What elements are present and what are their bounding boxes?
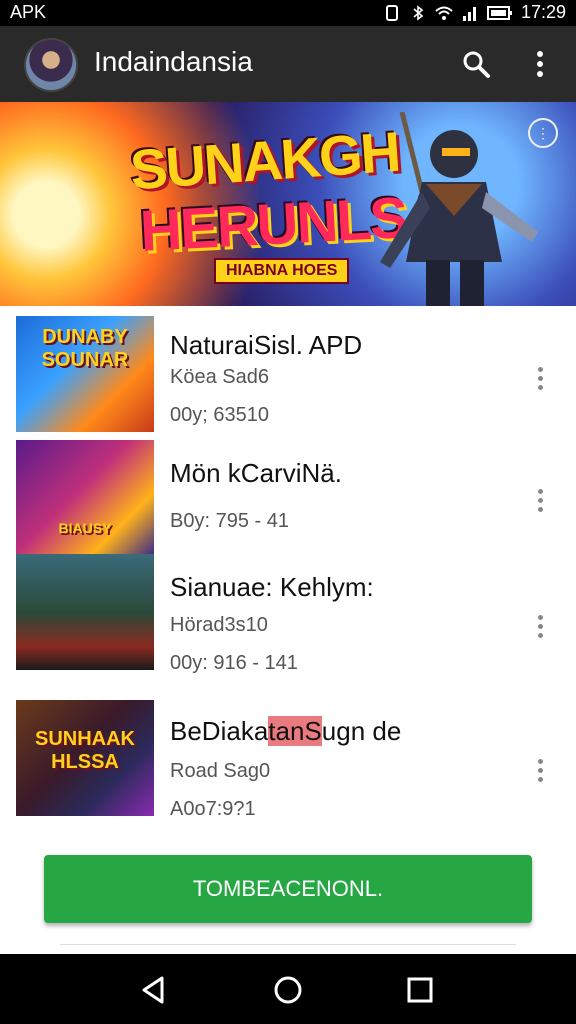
list-item-subtitle: Hörad3s10 — [170, 614, 268, 636]
bluetooth-icon — [413, 4, 424, 21]
more-vert-icon — [537, 51, 543, 77]
status-bar-time: 17:29 — [520, 2, 566, 22]
list-item-title-prefix: BeDiaka — [170, 716, 269, 746]
home-icon[interactable] — [270, 972, 306, 1008]
search-icon — [463, 51, 490, 78]
banner-tagline: HIABNA HOES — [214, 258, 350, 284]
search-button[interactable] — [458, 46, 494, 82]
list-item-menu-button[interactable] — [528, 480, 552, 520]
list-item-subtitle: Road Sag0 — [170, 760, 271, 782]
thumbnail-caption: BIAUSY — [58, 520, 112, 536]
list-item-menu-button[interactable] — [528, 358, 552, 398]
list-item[interactable]: SUNHAAK HLSSA BeDiakatanSugn de Road Sag… — [0, 700, 576, 838]
list-item-subtitle: Köea Sad6 — [170, 366, 269, 388]
signal-icon — [462, 6, 476, 21]
app-title: Indaindansia — [94, 46, 253, 77]
overflow-menu-button[interactable] — [522, 46, 558, 82]
list-item-title-suffix: ugn de — [321, 716, 402, 746]
system-navigation-bar — [0, 954, 576, 1024]
list-item-menu-button[interactable] — [528, 606, 552, 646]
list-item-title: NaturaiSisl. APD — [170, 330, 363, 360]
wifi-icon — [435, 6, 453, 20]
divider — [60, 944, 516, 945]
avatar[interactable] — [24, 38, 78, 92]
list-item-thumbnail — [16, 554, 154, 670]
recents-icon[interactable] — [402, 972, 438, 1008]
back-icon[interactable] — [136, 972, 172, 1008]
list-item-thumbnail: SUNHAAK HLSSA — [16, 700, 154, 816]
list-item-title: Sianuae: Kehlym: — [170, 572, 374, 602]
hero-character-illustration — [380, 112, 538, 306]
list-item-details: 00y: 916 - 141 — [170, 652, 298, 674]
app-bar: Indaindansia — [0, 26, 576, 102]
banner-info-button[interactable]: ⋮ — [528, 118, 558, 148]
status-bar: APK 17:29 — [0, 0, 576, 26]
list-item[interactable]: DUNABY SOUNAR NaturaiSisl. APD Köea Sad6… — [0, 316, 576, 454]
battery-icon — [486, 5, 512, 20]
list-item-details: B0y: 795 - 41 — [170, 510, 289, 532]
list-item-menu-button[interactable] — [528, 750, 552, 790]
primary-action-button[interactable]: TOMBEACENONL. — [44, 855, 532, 923]
nfc-icon — [385, 4, 398, 21]
list-item-title: Mön kCarviNä. — [170, 458, 342, 488]
list-item-details: A0o7:9?1 — [170, 798, 256, 820]
status-bar-icons: 17:29 — [383, 2, 566, 23]
list-item-title-highlight: tanS — [268, 716, 322, 746]
list-item-thumbnail: BIAUSY — [16, 440, 154, 556]
thumbnail-caption: DUNABY SOUNAR — [41, 326, 129, 371]
list-item[interactable]: Sianuae: Kehlym: Hörad3s10 00y: 916 - 14… — [0, 554, 576, 692]
featured-banner[interactable]: SUNAKGH HERUNLSA HIABNA HOES ⋮ — [0, 102, 576, 306]
status-bar-app-label: APK — [10, 2, 47, 22]
list-item-thumbnail: DUNABY SOUNAR — [16, 316, 154, 432]
thumbnail-caption: SUNHAAK HLSSA — [35, 728, 135, 773]
list-item-details: 00y; 63510 — [170, 404, 269, 426]
list-item-title: BeDiakatanSugn de — [170, 716, 401, 747]
